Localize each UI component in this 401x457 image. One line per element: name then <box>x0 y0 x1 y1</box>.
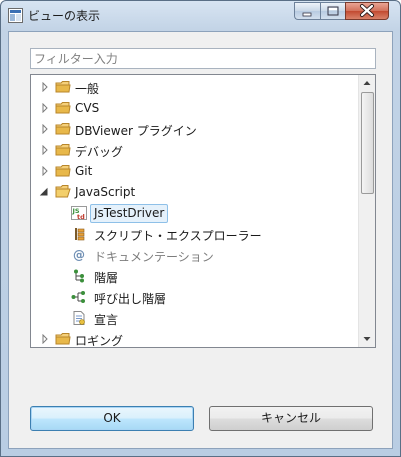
folder-icon <box>55 144 71 156</box>
tree-item-javascript[interactable]: JavaScript <box>31 182 359 203</box>
scroll-thumb[interactable] <box>361 92 374 194</box>
tree-item-dbviewer[interactable]: DBViewer プラグイン <box>31 119 359 140</box>
svg-text:td: td <box>77 213 85 220</box>
folder-icon <box>55 123 71 135</box>
arrow-down-icon <box>363 337 371 341</box>
dialog-body: 一般 CVS DBViewer プラグイン デバッグ <box>8 31 393 449</box>
tree-item-documentation[interactable]: @ ドキュメンテーション <box>31 245 359 266</box>
expand-arrow-icon[interactable] <box>40 103 50 113</box>
collapse-arrow-icon[interactable] <box>39 187 49 197</box>
expand-arrow-icon[interactable] <box>40 166 50 176</box>
view-tree[interactable]: 一般 CVS DBViewer プラグイン デバッグ Git JavaScrip… <box>30 74 376 348</box>
tree-item-label: 呼び出し階層 <box>94 292 167 306</box>
expand-arrow-icon[interactable] <box>40 82 50 92</box>
maximize-icon <box>327 6 339 16</box>
title-bar[interactable]: ビューの表示 <box>1 1 400 31</box>
tree-item-label: スクリプト・エクスプローラー <box>94 229 262 243</box>
tree-item-label: JavaScript <box>75 185 136 199</box>
tree-item-label: JsTestDriver <box>90 204 169 223</box>
tree-item-label: 宣言 <box>94 313 119 327</box>
folder-open-icon <box>55 185 71 198</box>
tree-item-label: デバッグ <box>75 145 124 159</box>
tree-item-label: Git <box>75 164 93 178</box>
cancel-button[interactable]: キャンセル <box>209 406 373 431</box>
tree-item-script-explorer[interactable]: スクリプト・エクスプローラー <box>31 224 359 245</box>
at-icon: @ <box>73 248 85 262</box>
declaration-icon <box>73 311 85 325</box>
expand-arrow-icon[interactable] <box>40 124 50 134</box>
minimize-button[interactable] <box>294 2 320 20</box>
folder-icon <box>55 81 71 93</box>
tree-item-hierarchy[interactable]: 階層 <box>31 266 359 287</box>
jstestdriver-icon: JS td <box>71 206 87 220</box>
tree-item-call-hierarchy[interactable]: 呼び出し階層 <box>31 287 359 308</box>
tree-item-label: 一般 <box>75 82 100 96</box>
tree-item-label: DBViewer プラグイン <box>75 124 197 138</box>
scroll-down-button[interactable] <box>359 331 375 347</box>
expand-arrow-icon[interactable] <box>40 334 50 344</box>
tree-item-declaration[interactable]: 宣言 <box>31 308 359 329</box>
tree-item-debug[interactable]: デバッグ <box>31 140 359 161</box>
app-icon <box>8 8 23 23</box>
folder-icon <box>55 165 71 177</box>
tree-item-label: ドキュメンテーション <box>94 250 214 264</box>
folder-icon <box>55 102 71 114</box>
folder-icon <box>55 333 71 345</box>
svg-text:@: @ <box>73 248 85 262</box>
close-icon <box>360 4 374 17</box>
close-button[interactable] <box>345 2 389 20</box>
dialog-window: ビューの表示 一般 <box>0 0 401 457</box>
maximize-button[interactable] <box>320 2 345 20</box>
vertical-scrollbar[interactable] <box>358 75 375 347</box>
scroll-up-button[interactable] <box>359 75 375 91</box>
hierarchy-icon <box>74 269 84 283</box>
call-hierarchy-icon <box>71 291 85 303</box>
ok-button[interactable]: OK <box>30 406 194 431</box>
tree-item-label: 階層 <box>94 271 119 285</box>
minimize-icon <box>302 12 312 17</box>
window-title: ビューの表示 <box>28 9 101 23</box>
tree-item-label: CVS <box>75 101 100 115</box>
tree-item-general[interactable]: 一般 <box>31 77 359 98</box>
tree-item-git[interactable]: Git <box>31 161 359 182</box>
arrow-up-icon <box>363 81 371 85</box>
tree-item-label: ロギング <box>75 334 124 348</box>
filter-input[interactable] <box>30 48 376 69</box>
script-explorer-icon <box>75 228 85 241</box>
tree-item-cvs[interactable]: CVS <box>31 98 359 119</box>
tree-item-logging[interactable]: ロギング <box>31 329 359 348</box>
expand-arrow-icon[interactable] <box>40 145 50 155</box>
tree-item-jstestdriver[interactable]: JS td JsTestDriver <box>31 203 359 224</box>
